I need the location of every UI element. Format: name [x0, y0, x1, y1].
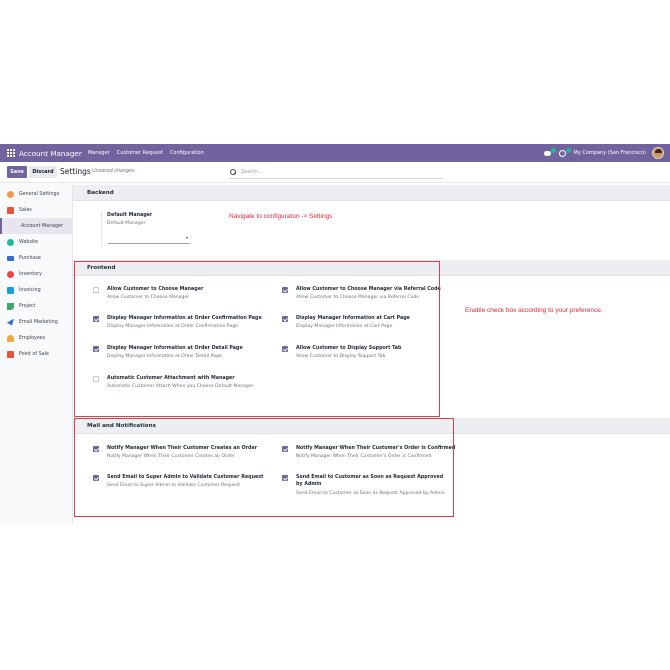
- sidebar-item-project[interactable]: Project: [0, 298, 73, 314]
- control-panel: Save Discard Settings Unsaved changes Se…: [0, 162, 670, 183]
- page-title: Settings: [60, 167, 91, 176]
- company-switcher[interactable]: My Company (San Francisco): [574, 150, 647, 156]
- default-manager-label: Default Manager: [107, 213, 153, 218]
- sidebar-item-purchase[interactable]: Purchase: [0, 250, 73, 266]
- user-avatar[interactable]: [652, 147, 664, 159]
- sidebar-item-account-manager[interactable]: Account Manager: [0, 218, 73, 234]
- sidebar-item-inventory[interactable]: Inventory: [0, 266, 73, 282]
- sidebar-item-email-marketing[interactable]: Email Marketing: [0, 314, 73, 330]
- chat-badge: [550, 147, 556, 153]
- sidebar-item-label: Purchase: [19, 255, 41, 261]
- sidebar-item-employees[interactable]: Employees: [0, 330, 73, 346]
- people-icon: [7, 334, 14, 342]
- search-icon: [230, 169, 236, 175]
- sidebar-item-label: Account Manager: [21, 223, 63, 229]
- check-icon: [7, 302, 14, 310]
- sidebar-item-label: Email Marketing: [19, 319, 58, 325]
- sidebar-item-label: Website: [19, 239, 39, 245]
- sidebar-item-label: Invoicing: [19, 287, 41, 293]
- chart-icon: [7, 206, 14, 214]
- section-header-backend: Backend: [73, 185, 670, 201]
- activity-clock-icon[interactable]: [558, 147, 571, 158]
- default-manager-description: Default Manager: [107, 221, 146, 226]
- store-icon: [7, 350, 14, 358]
- sidebar-item-label: Point of Sale: [19, 351, 49, 357]
- annotation-enable: Enable check box according to your prefe…: [465, 307, 603, 314]
- default-manager-select[interactable]: [108, 235, 190, 244]
- settings-sidebar: General Settings Sales Account Manager W…: [0, 183, 73, 524]
- sidebar-item-website[interactable]: Website: [0, 234, 73, 250]
- sidebar-item-label: Sales: [19, 207, 32, 213]
- activity-badge: [565, 147, 571, 153]
- setting-divider: [101, 210, 102, 247]
- sidebar-item-general-settings[interactable]: General Settings: [0, 186, 73, 202]
- card-icon: [7, 255, 14, 261]
- sidebar-item-invoicing[interactable]: Invoicing: [0, 282, 73, 298]
- invoice-icon: [7, 286, 14, 294]
- caret-down-icon: [186, 237, 188, 239]
- app-title[interactable]: Account Manager: [19, 149, 82, 158]
- section-title: Backend: [87, 190, 114, 196]
- sidebar-item-point-of-sale[interactable]: Point of Sale: [0, 346, 73, 362]
- sidebar-item-label: Inventory: [19, 271, 42, 277]
- search-input[interactable]: Search...: [241, 169, 263, 175]
- sidebar-item-sales[interactable]: Sales: [0, 202, 73, 218]
- sidebar-item-label: Project: [19, 303, 36, 309]
- annotation-navigate: Navigate to configuraton -> Settings: [229, 213, 333, 220]
- globe-icon: [7, 238, 14, 246]
- search-box[interactable]: Search...: [229, 166, 443, 179]
- highlight-box-mail: [74, 418, 454, 517]
- gear-icon: [7, 190, 14, 198]
- sidebar-item-label: Employees: [19, 335, 46, 341]
- highlight-box-frontend: [74, 261, 440, 417]
- send-icon: [7, 318, 14, 326]
- menu-manager[interactable]: Manager: [88, 150, 110, 156]
- discard-button[interactable]: Discard: [29, 166, 57, 178]
- unsaved-indicator: Unsaved changes: [92, 169, 135, 174]
- menu-customer-request[interactable]: Customer Request: [117, 150, 163, 156]
- top-navbar: Account Manager Manager Customer Request…: [0, 144, 670, 162]
- chat-icon[interactable]: [543, 147, 556, 158]
- sidebar-item-label: General Settings: [19, 191, 60, 197]
- save-button[interactable]: Save: [7, 166, 27, 178]
- apps-grid-icon[interactable]: [7, 149, 15, 157]
- box-icon: [7, 270, 14, 278]
- menu-configuration[interactable]: Configuration: [170, 150, 204, 156]
